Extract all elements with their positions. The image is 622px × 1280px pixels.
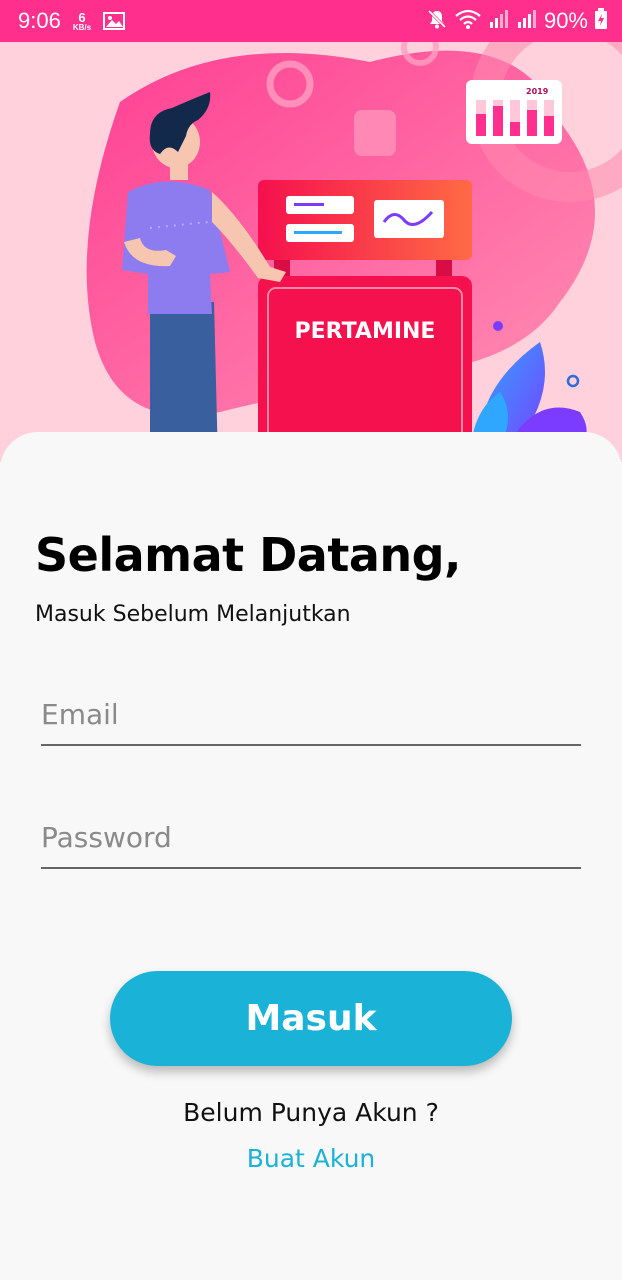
- welcome-title: Selamat Datang,: [35, 528, 462, 582]
- signal-icon: [516, 8, 538, 34]
- signal-icon: [488, 8, 510, 34]
- pump-brand-label: PERTAMINE: [294, 319, 436, 344]
- network-speed-value: 6: [78, 9, 86, 25]
- network-speed: 6 KB/s: [73, 11, 91, 32]
- create-account-link[interactable]: Buat Akun: [0, 1144, 622, 1173]
- status-bar: 9:06 6 KB/s 90%: [0, 0, 622, 42]
- status-time: 9:06: [18, 8, 61, 33]
- login-button[interactable]: Masuk: [110, 971, 512, 1066]
- mute-icon: [426, 8, 448, 34]
- battery-percent: 90%: [543, 8, 588, 33]
- password-field[interactable]: [41, 807, 581, 869]
- email-field[interactable]: [41, 684, 581, 746]
- hero-illustration: 2019 PERTAMINE: [0, 42, 622, 462]
- wifi-icon: [454, 8, 482, 34]
- chart-year-label: 2019: [526, 87, 549, 96]
- login-card: Selamat Datang, Masuk Sebelum Melanjutka…: [0, 432, 622, 1280]
- gallery-icon: [103, 12, 126, 30]
- battery-charging-icon: [594, 8, 608, 34]
- network-speed-unit: KB/s: [72, 22, 92, 32]
- welcome-subtitle: Masuk Sebelum Melanjutkan: [35, 602, 351, 627]
- no-account-text: Belum Punya Akun ?: [183, 1098, 439, 1127]
- status-icons: 90%: [426, 8, 608, 34]
